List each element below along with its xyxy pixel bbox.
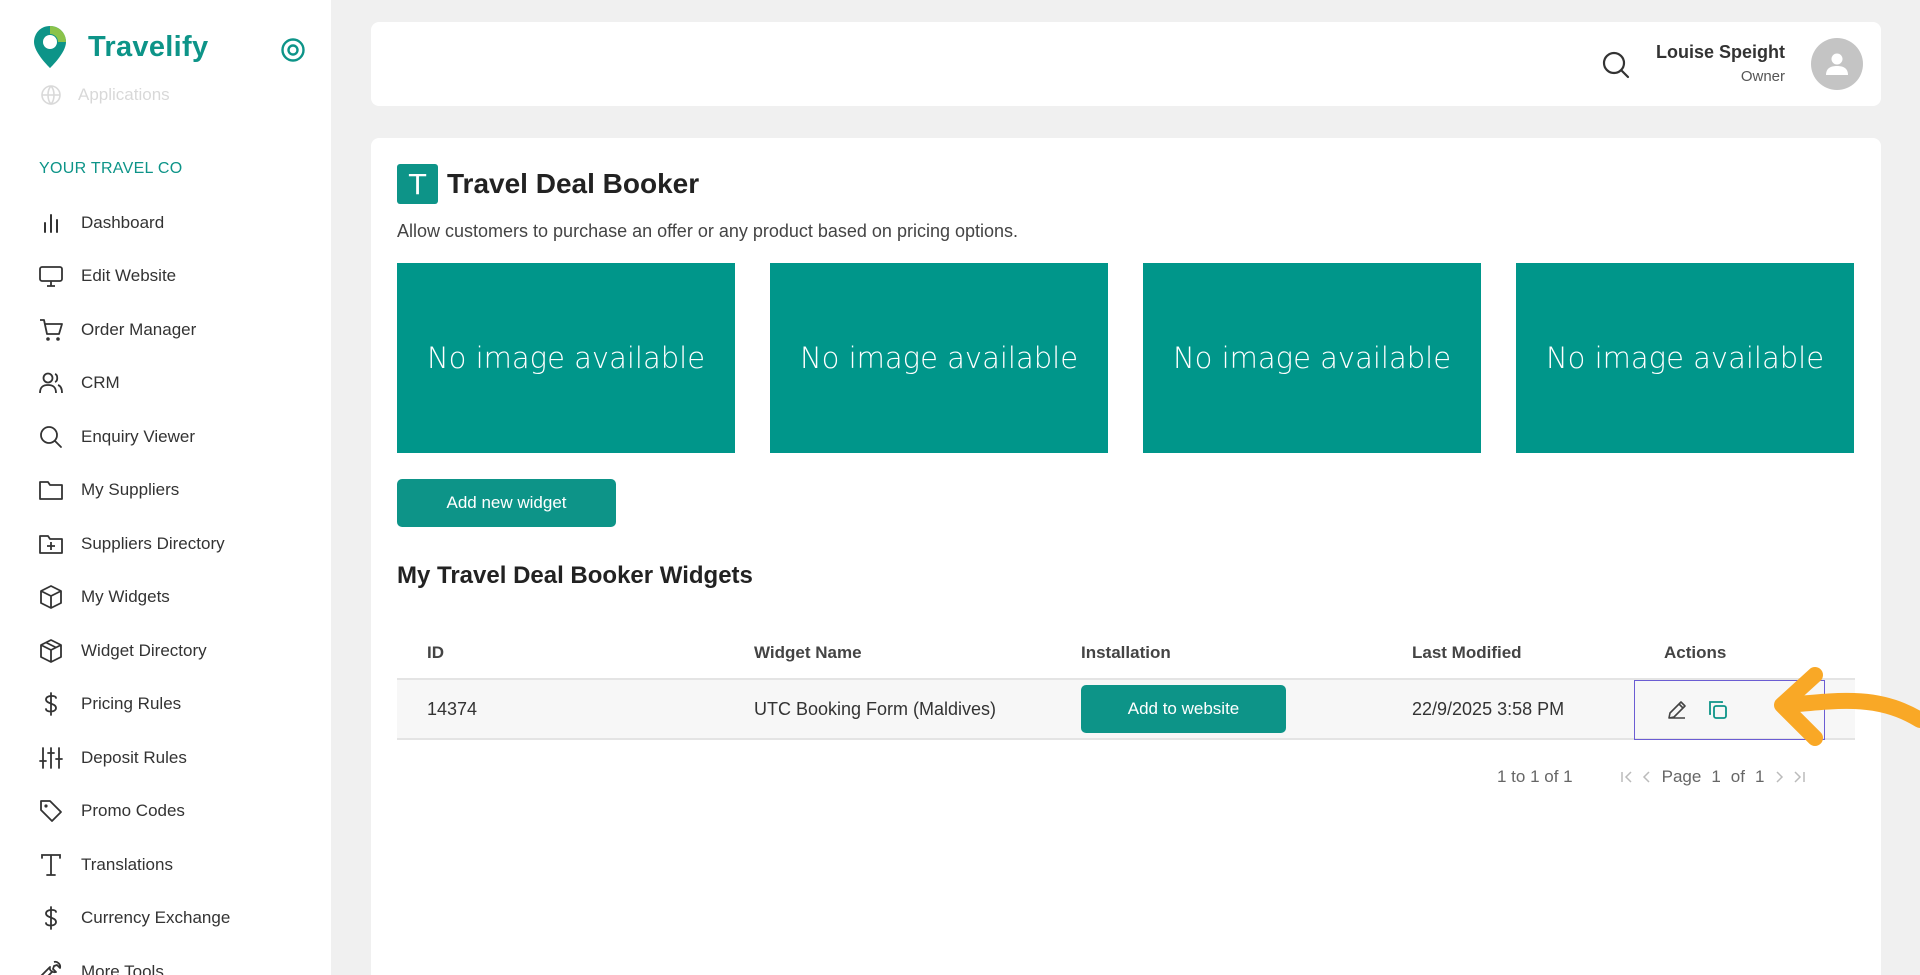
sidebar-item-my-widgets[interactable]: My Widgets — [0, 571, 331, 625]
avatar[interactable] — [1811, 38, 1863, 90]
cell-installation: Add to website — [1081, 685, 1286, 733]
page-title: Travel Deal Booker — [447, 168, 700, 199]
thumbnail-placeholder[interactable]: No image available — [397, 263, 735, 453]
sidebar: Travelify Applications YOUR TRAVEL CO Da… — [0, 0, 331, 975]
last-page-icon[interactable] — [1791, 769, 1807, 785]
sidebar-item-translations[interactable]: Translations — [0, 838, 331, 892]
widgets-table: ID Widget Name Installation Last Modifie… — [397, 628, 1855, 740]
sidebar-item-label: More Tools — [81, 961, 164, 975]
sidebar-item-more-tools[interactable]: More Tools — [0, 945, 331, 975]
table-row: 14374 UTC Booking Form (Maldives) Add to… — [397, 680, 1855, 740]
dollar-icon — [45, 906, 57, 931]
page-description: Allow customers to purchase an offer or … — [397, 221, 1019, 241]
page-title-row: T Travel Deal Booker — [397, 164, 699, 204]
boxes-icon — [40, 638, 62, 663]
app-badge: T — [397, 164, 438, 204]
sidebar-item-label: My Widgets — [81, 587, 170, 607]
total-pages: 1 — [1754, 767, 1765, 786]
cart-icon — [40, 318, 63, 341]
sidebar-item-deposit-rules[interactable]: Deposit Rules — [0, 731, 331, 785]
sidebar-item-label: CRM — [81, 373, 120, 393]
globe-icon — [41, 85, 61, 106]
bar-chart-icon — [44, 213, 58, 233]
cell-widget-name: UTC Booking Form (Maldives) — [754, 698, 997, 719]
sidebar-item-edit-website[interactable]: Edit Website — [0, 250, 331, 304]
pagination: 1 to 1 of 1 Page 1 of 1 — [1497, 767, 1809, 787]
user-icon — [1826, 53, 1848, 75]
add-to-website-button[interactable]: Add to website — [1081, 685, 1286, 733]
sidebar-item-crm[interactable]: CRM — [0, 357, 331, 411]
column-header-installation[interactable]: Installation — [1081, 643, 1171, 663]
sidebar-item-label: Enquiry Viewer — [81, 426, 196, 446]
target-icon[interactable] — [280, 37, 306, 63]
sidebar-item-dashboard[interactable]: Dashboard — [0, 196, 331, 250]
folder-plus-icon — [39, 534, 63, 554]
of-label: of — [1730, 767, 1745, 786]
top-header: Louise Speight Owner — [371, 22, 1881, 106]
copy-icon[interactable] — [1706, 698, 1730, 722]
edit-icon[interactable] — [1665, 698, 1689, 722]
cell-last-modified: 22/9/2025 3:58 PM — [1412, 698, 1565, 719]
column-header-id[interactable]: ID — [427, 643, 444, 663]
wrench-icon — [40, 960, 62, 975]
dollar-icon — [45, 692, 57, 717]
tag-icon — [40, 800, 62, 823]
sidebar-item-applications[interactable]: Applications — [40, 84, 170, 106]
sidebar-item-enquiry-viewer[interactable]: Enquiry Viewer — [0, 410, 331, 464]
sidebar-nav: Dashboard Edit Website Order Manager CRM… — [0, 196, 331, 975]
sidebar-item-label: Order Manager — [81, 319, 197, 339]
type-icon — [41, 853, 61, 876]
current-page: 1 — [1711, 767, 1721, 786]
next-page-icon[interactable] — [1771, 769, 1787, 785]
sidebar-item-label: Pricing Rules — [81, 694, 182, 714]
user-role: Owner — [1740, 68, 1785, 85]
section-title: YOUR TRAVEL CO — [39, 160, 183, 177]
sidebar-item-label: Deposit Rules — [81, 747, 187, 767]
search-icon — [40, 425, 62, 448]
cell-actions — [1634, 680, 1825, 740]
brand-name: Travelify — [88, 30, 209, 63]
sidebar-item-label: Translations — [81, 854, 173, 874]
search-icon[interactable] — [1600, 49, 1632, 81]
thumbnail-placeholder[interactable]: No image available — [1143, 263, 1481, 453]
section-heading: My Travel Deal Booker Widgets — [397, 562, 753, 589]
sidebar-item-my-suppliers[interactable]: My Suppliers — [0, 464, 331, 518]
table-header: ID Widget Name Installation Last Modifie… — [397, 628, 1855, 680]
thumbnail-gallery: No image available No image available No… — [397, 263, 1854, 453]
sidebar-item-label: My Suppliers — [81, 480, 180, 500]
monitor-icon — [39, 266, 63, 288]
folder-icon — [39, 481, 63, 501]
main-content: T Travel Deal Booker Allow customers to … — [371, 138, 1881, 975]
user-name: Louise Speight — [1655, 42, 1785, 62]
sidebar-item-suppliers-directory[interactable]: Suppliers Directory — [0, 517, 331, 571]
prev-page-icon[interactable] — [1639, 769, 1655, 785]
users-icon — [39, 372, 63, 394]
cell-id: 14374 — [427, 698, 478, 719]
sidebar-item-label: Suppliers Directory — [81, 533, 225, 553]
column-header-actions: Actions — [1664, 643, 1727, 662]
sidebar-item-label: Applications — [78, 85, 170, 104]
sidebar-item-label: Widget Directory — [81, 640, 207, 660]
sidebar-item-currency-exchange[interactable]: Currency Exchange — [0, 892, 331, 946]
sidebar-item-label: Promo Codes — [81, 801, 185, 821]
brand[interactable]: Travelify — [32, 24, 208, 70]
column-header-last-modified[interactable]: Last Modified — [1412, 643, 1522, 663]
pagination-range: 1 to 1 of 1 — [1497, 767, 1573, 786]
sidebar-item-label: Currency Exchange — [81, 908, 231, 928]
sidebar-item-pricing-rules[interactable]: Pricing Rules — [0, 678, 331, 732]
page-label: Page — [1661, 767, 1702, 786]
sliders-icon — [39, 746, 63, 769]
sidebar-item-promo-codes[interactable]: Promo Codes — [0, 785, 331, 839]
location-pin-icon — [34, 26, 66, 68]
column-header-widget-name[interactable]: Widget Name — [754, 643, 862, 663]
sidebar-item-label: Dashboard — [81, 212, 165, 232]
sidebar-item-widget-directory[interactable]: Widget Directory — [0, 624, 331, 678]
box-icon — [40, 585, 62, 610]
thumbnail-placeholder[interactable]: No image available — [770, 263, 1108, 453]
thumbnail-placeholder[interactable]: No image available — [1516, 263, 1854, 453]
first-page-icon[interactable] — [1619, 769, 1635, 785]
sidebar-item-order-manager[interactable]: Order Manager — [0, 303, 331, 357]
sidebar-item-label: Edit Website — [81, 266, 177, 286]
add-new-widget-button[interactable]: Add new widget — [397, 479, 616, 527]
